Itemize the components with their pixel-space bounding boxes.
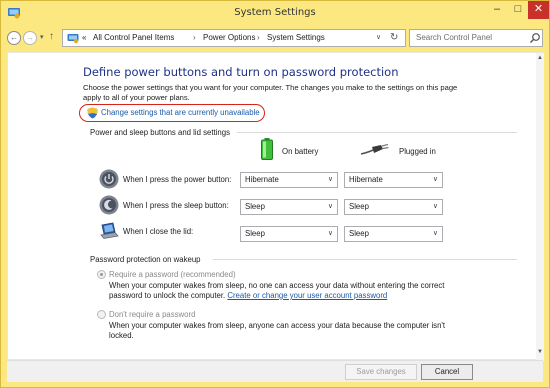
selected-value: Sleep (245, 229, 265, 238)
back-button[interactable]: ← (7, 31, 21, 45)
close-lid-label: When I close the lid: (123, 227, 194, 236)
control-panel-icon (67, 34, 79, 44)
vertical-scrollbar[interactable]: ▲ ▼ (536, 53, 544, 361)
save-changes-button[interactable]: Save changes (345, 364, 417, 380)
page-description: Choose the power settings that you want … (83, 83, 458, 102)
password-group-title: Password protection on wakeup (90, 255, 201, 264)
require-password-label[interactable]: Require a password (recommended) (109, 270, 236, 279)
breadcrumb-overflow[interactable]: « (82, 33, 86, 42)
search-icon[interactable] (529, 32, 541, 44)
require-password-description: When your computer wakes from sleep, no … (109, 281, 469, 301)
minimize-button[interactable]: – (486, 1, 508, 19)
breadcrumb-all-control-panel-items[interactable]: All Control Panel Items (93, 33, 174, 42)
close-lid-on-battery-select[interactable]: Sleep ∨ (240, 226, 338, 242)
selected-value: Hibernate (349, 175, 383, 184)
scroll-up-arrow-icon[interactable]: ▲ (536, 55, 544, 61)
search-box[interactable]: Search Control Panel (409, 29, 543, 47)
column-on-battery: On battery (282, 147, 319, 156)
navigation-bar: ← → ▾ ↑ « All Control Panel Items › Powe… (1, 25, 549, 51)
group-divider (237, 132, 517, 133)
selected-value: Sleep (349, 229, 369, 238)
window-title: System Settings (234, 7, 316, 18)
title-bar[interactable]: System Settings – □ ✕ (1, 1, 549, 25)
forward-button[interactable]: → (23, 31, 37, 45)
create-password-link[interactable]: Create or change your user account passw… (227, 291, 387, 300)
laptop-lid-icon (100, 222, 119, 239)
power-button-icon (99, 169, 119, 189)
dont-require-password-radio[interactable] (97, 310, 106, 319)
plug-icon (360, 144, 389, 155)
power-button-on-battery-select[interactable]: Hibernate ∨ (240, 172, 338, 188)
column-plugged-in: Plugged in (399, 147, 436, 156)
chevron-down-icon: ∨ (327, 203, 333, 210)
power-button-label: When I press the power button: (123, 175, 232, 184)
recent-locations-button[interactable]: ▾ (40, 33, 44, 41)
footer-bar: Save changes Cancel (7, 360, 543, 382)
address-dropdown-icon[interactable]: ∨ (376, 33, 381, 41)
dont-require-password-label[interactable]: Don't require a password (109, 310, 195, 319)
breadcrumb-system-settings[interactable]: System Settings (267, 33, 325, 42)
close-button[interactable]: ✕ (528, 1, 549, 19)
breadcrumb-separator[interactable]: › (257, 33, 260, 42)
chevron-down-icon: ∨ (432, 230, 438, 237)
breadcrumb-power-options[interactable]: Power Options (203, 33, 255, 42)
cancel-button[interactable]: Cancel (421, 364, 473, 380)
refresh-icon[interactable]: ↻ (390, 32, 398, 43)
scroll-down-arrow-icon[interactable]: ▼ (536, 349, 544, 355)
breadcrumb-separator[interactable]: › (193, 33, 196, 42)
selected-value: Hibernate (245, 175, 279, 184)
selected-value: Sleep (245, 202, 265, 211)
power-group-title: Power and sleep buttons and lid settings (90, 128, 231, 137)
chevron-down-icon: ∨ (432, 176, 438, 183)
group-divider (213, 259, 517, 260)
sleep-button-icon (99, 195, 119, 215)
up-button[interactable]: ↑ (49, 31, 54, 42)
chevron-down-icon: ∨ (327, 176, 333, 183)
close-lid-plugged-in-select[interactable]: Sleep ∨ (344, 226, 443, 242)
page-title: Define power buttons and turn on passwor… (83, 65, 399, 79)
battery-icon (261, 138, 273, 160)
search-placeholder[interactable]: Search Control Panel (416, 33, 492, 42)
maximize-button[interactable]: □ (508, 1, 528, 19)
power-button-plugged-in-select[interactable]: Hibernate ∨ (344, 172, 443, 188)
address-bar[interactable]: « All Control Panel Items › Power Option… (62, 29, 406, 47)
sleep-button-on-battery-select[interactable]: Sleep ∨ (240, 199, 338, 215)
sleep-button-plugged-in-select[interactable]: Sleep ∨ (344, 199, 443, 215)
chevron-down-icon: ∨ (327, 230, 333, 237)
system-settings-window: System Settings – □ ✕ ← → ▾ ↑ « All Cont… (0, 0, 550, 388)
require-password-radio[interactable] (97, 270, 106, 279)
admin-shield-icon (87, 107, 98, 119)
change-settings-link[interactable]: Change settings that are currently unava… (101, 108, 260, 117)
selected-value: Sleep (349, 202, 369, 211)
chevron-down-icon: ∨ (432, 203, 438, 210)
sleep-button-label: When I press the sleep button: (123, 201, 229, 210)
dont-require-password-description: When your computer wakes from sleep, any… (109, 321, 446, 340)
